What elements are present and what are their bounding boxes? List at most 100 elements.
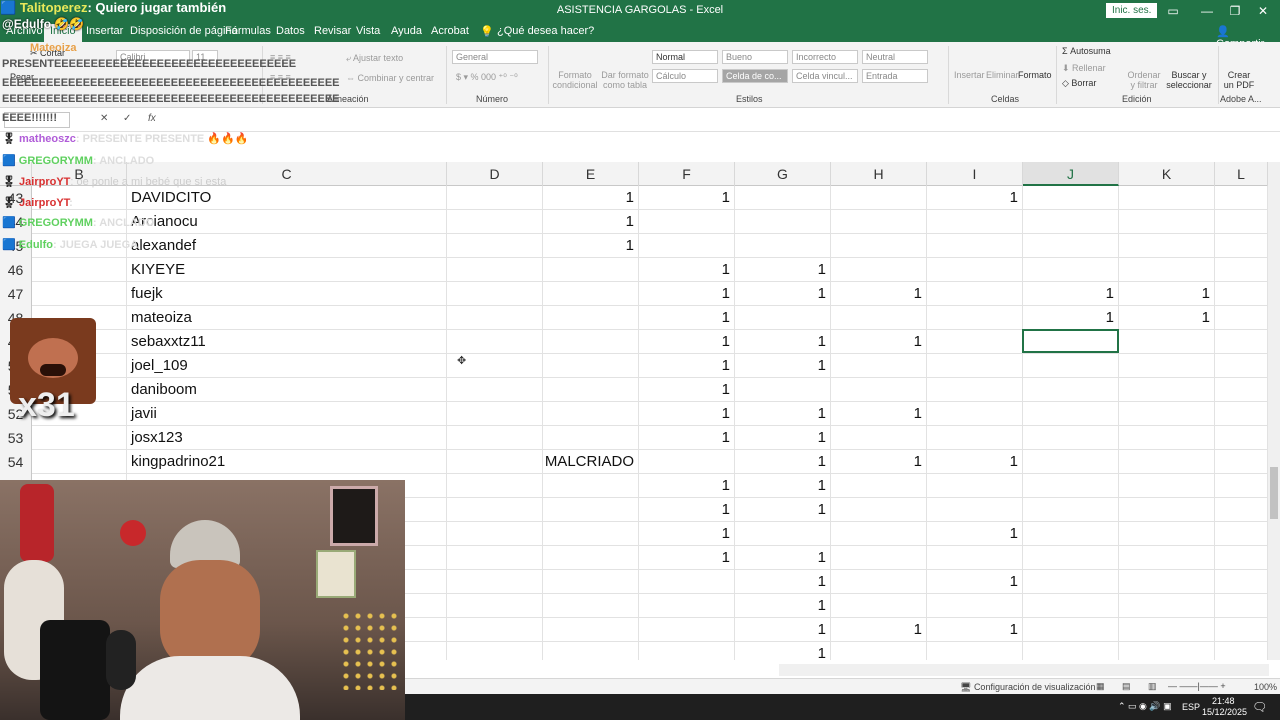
cell-l[interactable] bbox=[1215, 306, 1268, 330]
cell-k[interactable] bbox=[1119, 330, 1215, 354]
cell-d[interactable] bbox=[447, 378, 543, 402]
zoom-slider[interactable]: — ——|—— + bbox=[1168, 681, 1226, 691]
tab-ayuda[interactable]: Ayuda bbox=[391, 25, 422, 37]
cell-f[interactable] bbox=[639, 234, 735, 258]
cell-f[interactable]: 1 bbox=[639, 354, 735, 378]
cell-d[interactable] bbox=[447, 210, 543, 234]
cell-e[interactable] bbox=[543, 258, 639, 282]
cell-e[interactable] bbox=[543, 306, 639, 330]
cell-h[interactable] bbox=[831, 378, 927, 402]
cell-l[interactable] bbox=[1215, 546, 1268, 570]
name-cell[interactable]: sebaxxtz11 bbox=[127, 330, 447, 354]
cell-j[interactable] bbox=[1023, 354, 1119, 378]
cell-k[interactable] bbox=[1119, 450, 1215, 474]
view-pagebreak-icon[interactable]: ▥ bbox=[1148, 681, 1157, 692]
cell-h[interactable] bbox=[831, 522, 927, 546]
style-celda-vinculada[interactable]: Celda vincul... bbox=[792, 69, 858, 83]
cell-h[interactable] bbox=[831, 426, 927, 450]
column-header-h[interactable]: H bbox=[831, 162, 927, 186]
column-header-e[interactable]: E bbox=[543, 162, 639, 186]
column-header-k[interactable]: K bbox=[1119, 162, 1215, 186]
name-cell[interactable]: KIYEYE bbox=[127, 258, 447, 282]
cell-g[interactable] bbox=[735, 306, 831, 330]
cell-k[interactable] bbox=[1119, 594, 1215, 618]
cell-e[interactable] bbox=[543, 474, 639, 498]
cell-l[interactable] bbox=[1215, 498, 1268, 522]
cell-f[interactable] bbox=[639, 618, 735, 642]
tab-acrobat[interactable]: Acrobat bbox=[431, 25, 469, 37]
cell-l[interactable] bbox=[1215, 450, 1268, 474]
style-entrada[interactable]: Entrada bbox=[862, 69, 928, 83]
cell-g[interactable]: 1 bbox=[735, 618, 831, 642]
view-layout-icon[interactable]: ▤ bbox=[1122, 681, 1131, 692]
cell-e[interactable] bbox=[543, 354, 639, 378]
create-pdf-button[interactable]: Crear un PDF bbox=[1222, 70, 1256, 90]
cell-f[interactable]: 1 bbox=[639, 306, 735, 330]
cell-h[interactable]: 1 bbox=[831, 330, 927, 354]
cell-g[interactable]: 1 bbox=[735, 594, 831, 618]
cell-j[interactable] bbox=[1023, 618, 1119, 642]
view-normal-icon[interactable]: ▦ bbox=[1096, 681, 1105, 692]
cell-j[interactable] bbox=[1023, 498, 1119, 522]
cell-i[interactable] bbox=[927, 306, 1023, 330]
ribbon-display-icon[interactable]: ▭ bbox=[1156, 0, 1190, 22]
cell-d[interactable] bbox=[447, 306, 543, 330]
cell-d[interactable] bbox=[447, 330, 543, 354]
find-select-button[interactable]: Buscar y seleccionar bbox=[1164, 70, 1214, 90]
cell-k[interactable] bbox=[1119, 210, 1215, 234]
cell-j[interactable] bbox=[1023, 570, 1119, 594]
name-cell[interactable]: DAVIDCITO bbox=[127, 186, 447, 210]
cell-f[interactable] bbox=[639, 642, 735, 660]
cell-d[interactable] bbox=[447, 522, 543, 546]
cell-j[interactable] bbox=[1023, 594, 1119, 618]
cell-d[interactable] bbox=[447, 426, 543, 450]
cell-i[interactable] bbox=[927, 330, 1023, 354]
clear-button[interactable]: ◇ Borrar bbox=[1062, 78, 1096, 88]
cell-l[interactable] bbox=[1215, 186, 1268, 210]
tray-icons[interactable]: ⌃ ▭ ◉ 🔊 ▣ bbox=[1118, 701, 1172, 712]
cell-k[interactable] bbox=[1119, 378, 1215, 402]
cell-g[interactable]: 1 bbox=[735, 474, 831, 498]
cell-h[interactable]: 1 bbox=[831, 618, 927, 642]
cell-i[interactable] bbox=[927, 258, 1023, 282]
cell-k[interactable]: 1 bbox=[1119, 306, 1215, 330]
cell-i[interactable] bbox=[927, 402, 1023, 426]
cell-i[interactable] bbox=[927, 210, 1023, 234]
cell-g[interactable]: 1 bbox=[735, 570, 831, 594]
tab-insertar[interactable]: Insertar bbox=[86, 25, 123, 37]
cell-k[interactable] bbox=[1119, 258, 1215, 282]
cell-b[interactable] bbox=[32, 450, 127, 474]
cell-k[interactable] bbox=[1119, 570, 1215, 594]
vertical-scrollbar[interactable] bbox=[1268, 162, 1280, 660]
cell-f[interactable] bbox=[639, 570, 735, 594]
cell-f[interactable]: 1 bbox=[639, 186, 735, 210]
cell-j[interactable] bbox=[1023, 426, 1119, 450]
cell-k[interactable] bbox=[1119, 234, 1215, 258]
style-bueno[interactable]: Bueno bbox=[722, 50, 788, 64]
row-header[interactable]: 47 bbox=[0, 282, 32, 306]
cell-d[interactable] bbox=[447, 642, 543, 660]
name-cell[interactable]: kingpadrino21 bbox=[127, 450, 447, 474]
insert-cells-button[interactable]: Insertar bbox=[954, 70, 985, 80]
cell-g[interactable]: 1 bbox=[735, 354, 831, 378]
name-cell[interactable]: josx123 bbox=[127, 426, 447, 450]
cell-b[interactable] bbox=[32, 282, 127, 306]
cell-j[interactable] bbox=[1023, 186, 1119, 210]
cell-l[interactable] bbox=[1215, 474, 1268, 498]
cell-l[interactable] bbox=[1215, 330, 1268, 354]
notification-icon[interactable]: 🗨 bbox=[1252, 700, 1267, 714]
cell-f[interactable]: 1 bbox=[639, 522, 735, 546]
style-celda-comprobacion[interactable]: Celda de co... bbox=[722, 69, 788, 83]
cell-e[interactable] bbox=[543, 378, 639, 402]
cell-f[interactable]: 1 bbox=[639, 330, 735, 354]
cell-k[interactable] bbox=[1119, 426, 1215, 450]
cell-l[interactable] bbox=[1215, 570, 1268, 594]
cell-l[interactable] bbox=[1215, 594, 1268, 618]
cell-i[interactable] bbox=[927, 546, 1023, 570]
cell-k[interactable] bbox=[1119, 186, 1215, 210]
zoom-level[interactable]: 100% bbox=[1254, 682, 1277, 692]
number-format-select[interactable]: General bbox=[452, 50, 538, 64]
cell-g[interactable]: 1 bbox=[735, 402, 831, 426]
cell-j[interactable] bbox=[1023, 210, 1119, 234]
display-settings-button[interactable]: 🖥 Configuración de visualización bbox=[960, 682, 1096, 693]
